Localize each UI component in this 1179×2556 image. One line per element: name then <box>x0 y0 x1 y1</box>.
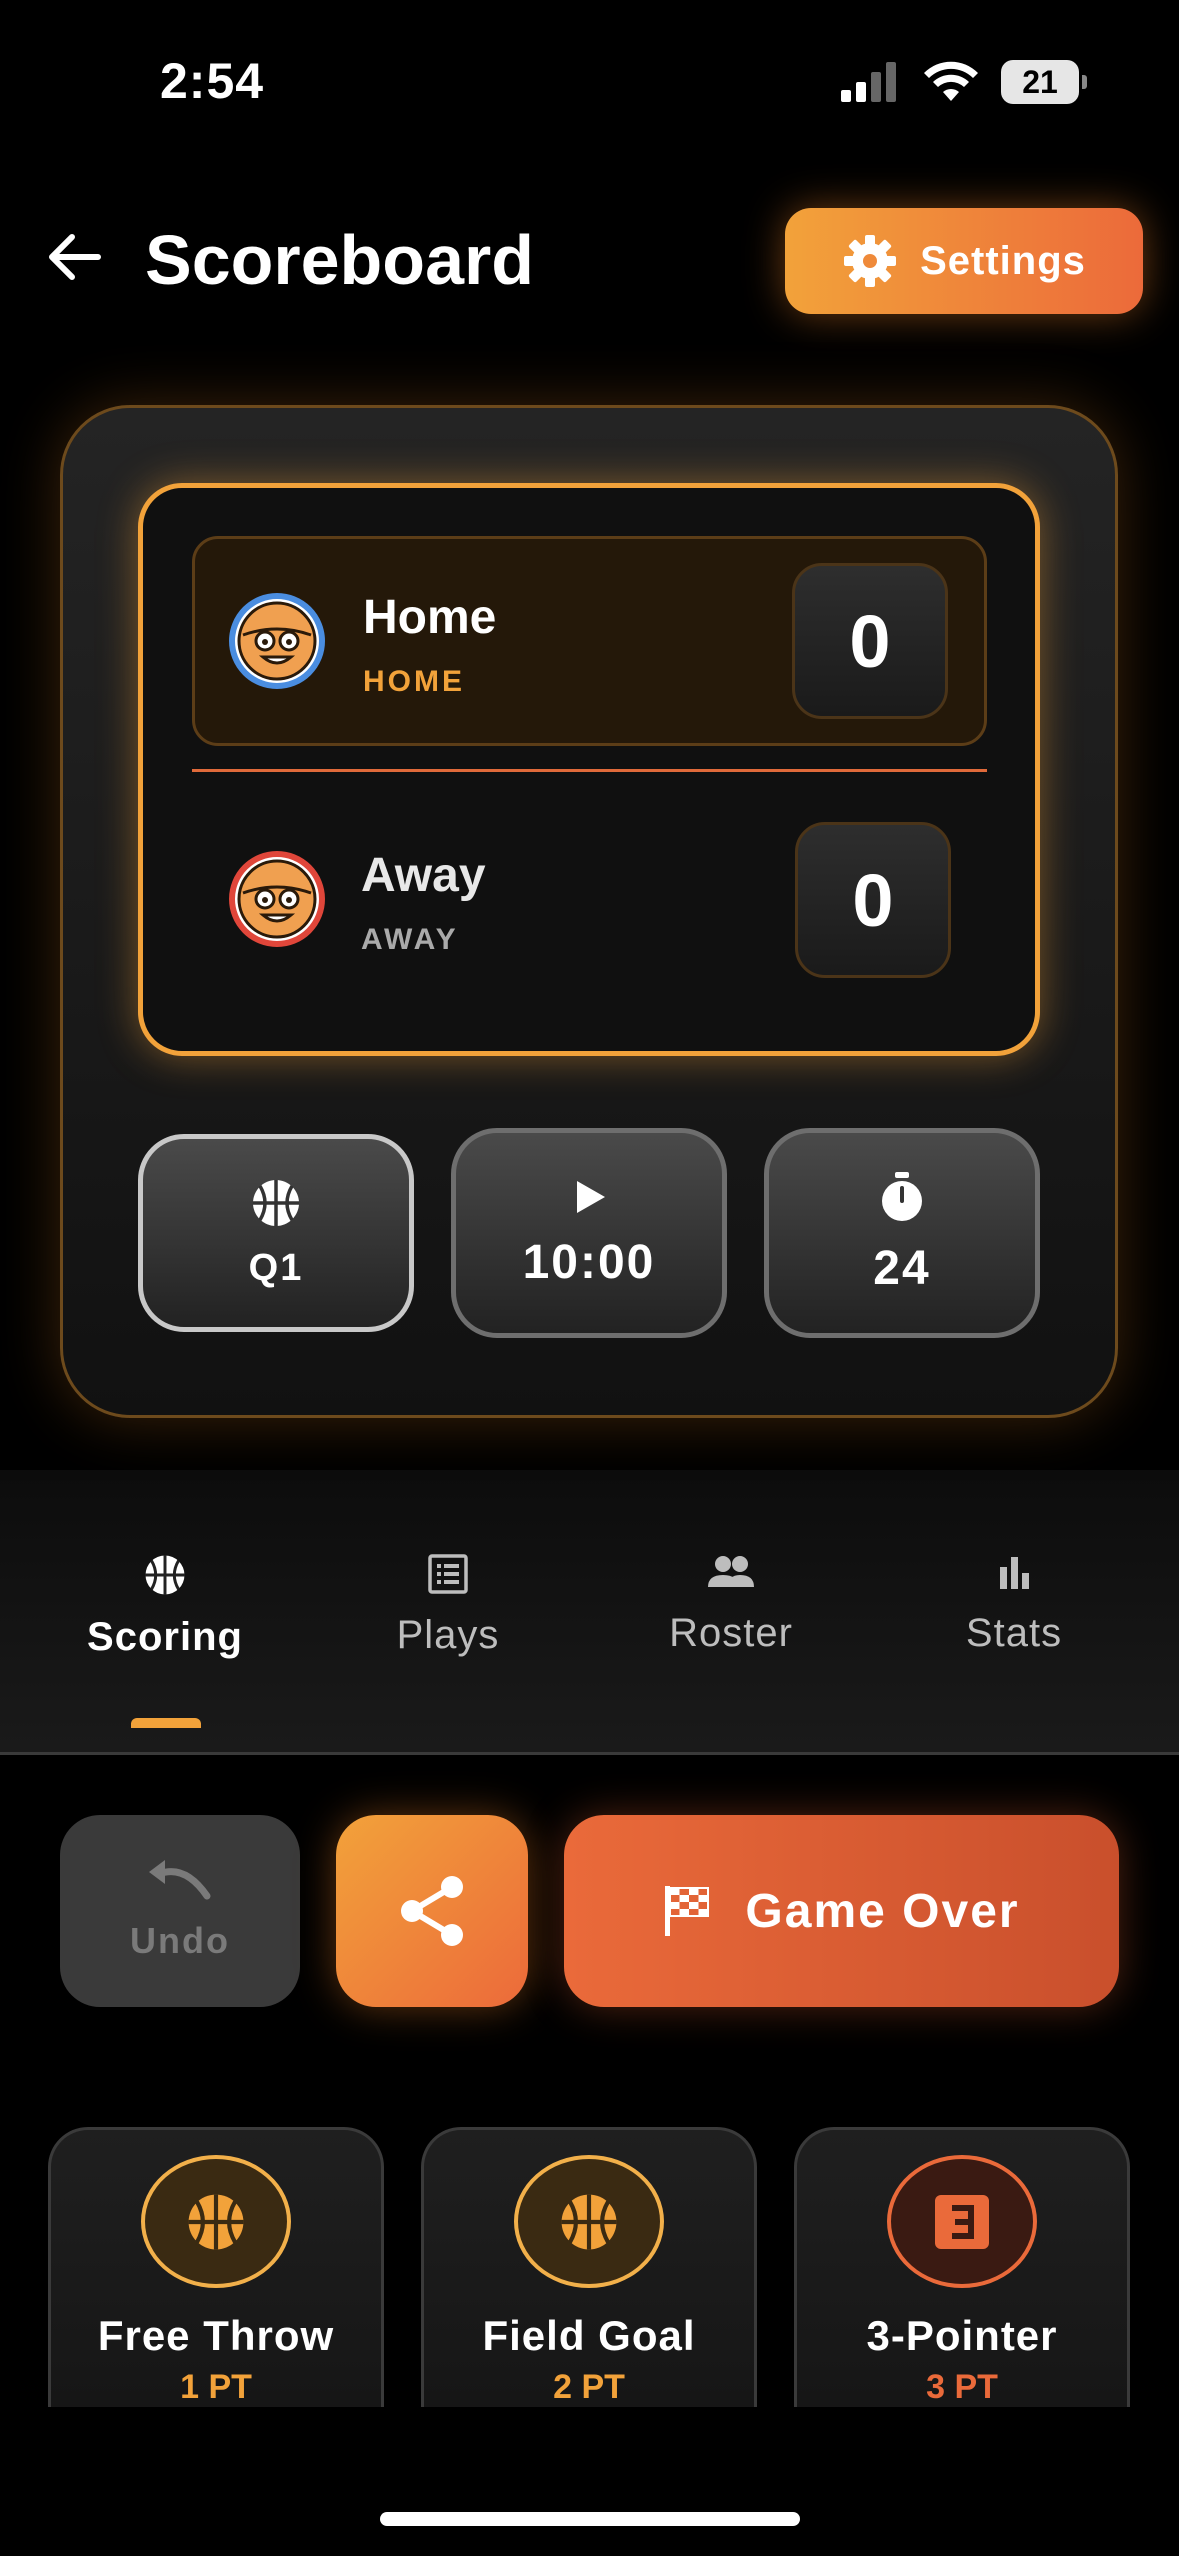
shot-clock-value: 24 <box>873 1241 931 1295</box>
tile-points: 1 PT <box>180 2368 252 2406</box>
tile-icon-circle <box>514 2155 664 2288</box>
status-time: 2:54 <box>160 53 265 109</box>
quarter-label: Q1 <box>248 1246 304 1289</box>
tab-stats[interactable]: Stats <box>889 1553 1139 1656</box>
battery-icon: 21 <box>1001 60 1087 104</box>
bar-chart-icon <box>1000 1557 1029 1589</box>
back-button[interactable] <box>40 222 110 292</box>
home-team-code: HOME <box>363 665 465 698</box>
game-clock-value: 10:00 <box>522 1235 656 1289</box>
tab-label: Roster <box>669 1611 793 1655</box>
share-icon <box>401 1876 463 1946</box>
basketball-face-icon <box>237 859 317 939</box>
undo-label: Undo <box>130 1920 230 1961</box>
away-avatar <box>229 851 325 947</box>
basketball-icon <box>145 1555 185 1595</box>
undo-icon <box>149 1860 211 1900</box>
status-icons: 21 <box>841 60 1087 104</box>
quarter-button[interactable]: Q1 <box>138 1134 414 1332</box>
undo-button[interactable]: Undo <box>60 1815 300 2007</box>
page-title: Scoreboard <box>145 221 534 299</box>
game-over-label: Game Over <box>745 1884 1020 1938</box>
free-throw-tile[interactable]: Free Throw 1 PT <box>48 2127 384 2407</box>
basketball-icon <box>188 2194 244 2249</box>
share-button[interactable] <box>336 1815 528 2007</box>
team-divider <box>192 769 987 772</box>
tab-roster[interactable]: Roster <box>606 1553 856 1656</box>
wifi-icon <box>924 61 978 101</box>
basketball-icon <box>253 1179 299 1226</box>
away-score[interactable]: 0 <box>795 822 951 978</box>
tile-label: Free Throw <box>97 2312 335 2359</box>
signal-icon <box>841 62 896 102</box>
list-icon <box>428 1554 468 1594</box>
checkered-flag-icon <box>665 1886 710 1936</box>
home-team-name: Home <box>363 591 497 644</box>
tile-points: 3 PT <box>926 2368 998 2406</box>
basketball-face-icon <box>237 601 317 681</box>
home-indicator <box>380 2512 800 2526</box>
three-icon <box>935 2194 989 2249</box>
game-clock-button[interactable]: 10:00 <box>451 1128 727 1338</box>
tab-label: Stats <box>965 1611 1063 1655</box>
away-team-code: AWAY <box>361 923 459 956</box>
tile-icon-circle <box>887 2155 1037 2288</box>
bottom-safe-area <box>0 2407 1179 2556</box>
tab-label: Scoring <box>87 1615 243 1659</box>
gear-icon <box>844 235 897 287</box>
active-tab-indicator <box>131 1718 201 1728</box>
stopwatch-icon <box>882 1171 922 1221</box>
play-icon <box>577 1180 605 1213</box>
field-goal-tile[interactable]: Field Goal 2 PT <box>421 2127 757 2407</box>
tab-plays[interactable]: Plays <box>323 1553 573 1658</box>
tile-icon-circle <box>141 2155 291 2288</box>
shot-clock-button[interactable]: 24 <box>764 1128 1040 1338</box>
home-avatar <box>229 593 325 689</box>
tab-scoring[interactable]: Scoring <box>40 1553 290 1660</box>
tile-label: Field Goal <box>482 2312 696 2359</box>
basketball-icon <box>561 2194 617 2249</box>
arrow-left-icon <box>49 234 101 280</box>
tile-points: 2 PT <box>553 2368 625 2406</box>
tab-label: Plays <box>396 1613 500 1657</box>
away-team-name: Away <box>361 849 486 902</box>
people-icon <box>708 1556 754 1587</box>
home-score[interactable]: 0 <box>792 563 948 719</box>
settings-label: Settings <box>920 238 1086 283</box>
three-pointer-tile[interactable]: 3-Pointer 3 PT <box>794 2127 1130 2407</box>
tile-label: 3-Pointer <box>866 2312 1058 2359</box>
game-over-button[interactable]: Game Over <box>564 1815 1119 2007</box>
settings-button[interactable]: Settings <box>785 208 1143 314</box>
